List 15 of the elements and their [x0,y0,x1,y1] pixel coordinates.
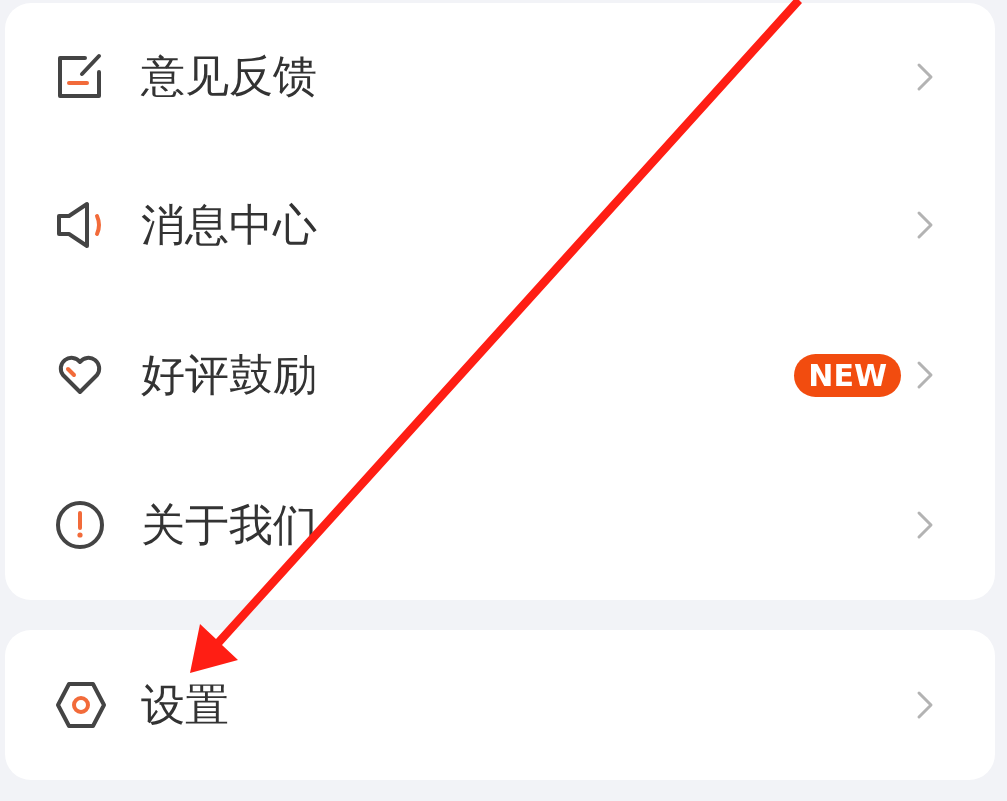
menu-label: 好评鼓励 [141,347,318,402]
menu-item[interactable]: 设置 [5,630,995,780]
menu-label: 意见反馈 [141,49,318,103]
menu-item[interactable]: 消息中心 [5,150,995,300]
exclamation-icon [55,500,105,550]
chevron-right-icon [915,690,935,720]
chevron-right-icon [915,360,935,390]
menu-label: 消息中心 [141,197,318,252]
chevron-right-icon [915,210,935,240]
settings-icon [55,680,107,730]
menu-item[interactable]: 意见反馈 [5,3,995,150]
new-badge: NEW [794,353,901,397]
chevron-right-icon [915,510,935,540]
chevron-right-icon [915,61,935,92]
menu-label: 设置 [141,677,230,732]
